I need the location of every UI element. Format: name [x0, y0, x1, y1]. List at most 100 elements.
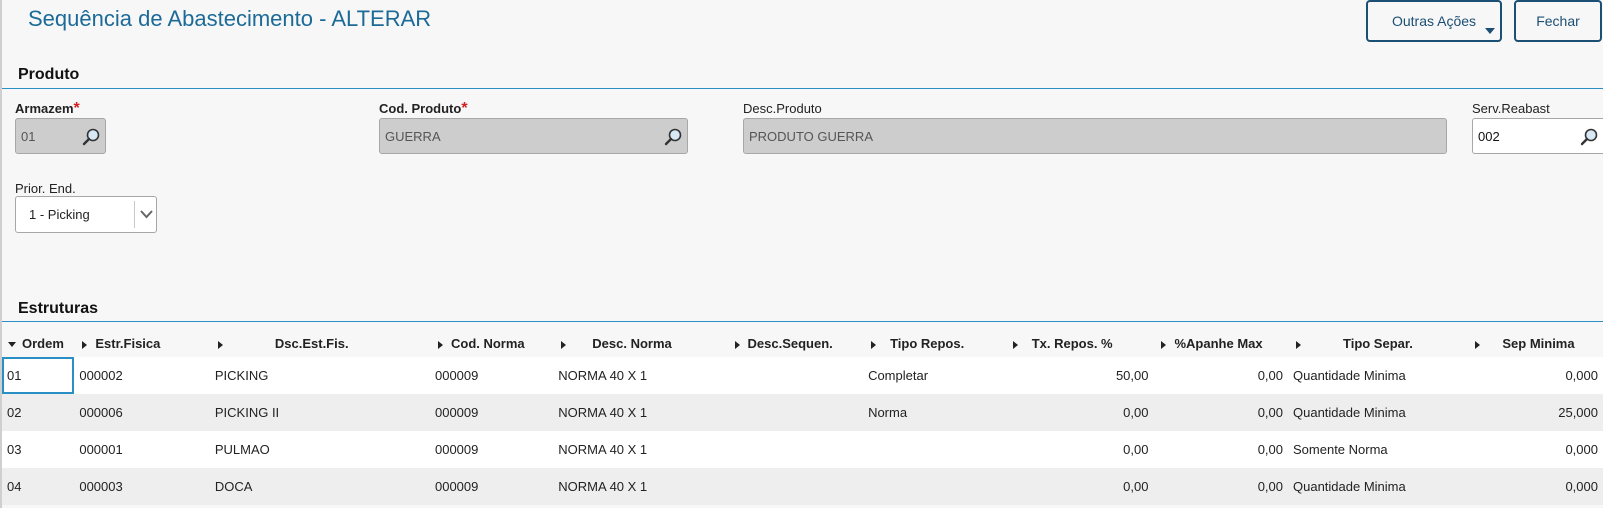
column-header-estr-fisica[interactable]: Estr.Fisica — [74, 330, 210, 357]
column-header-desc-norma[interactable]: Desc. Norma — [553, 330, 727, 357]
search-icon[interactable] — [81, 127, 101, 147]
cell-apanhe-max[interactable]: 0,00 — [1153, 431, 1288, 468]
desc-produto-value: PRODUTO GUERRA — [749, 128, 873, 144]
section-title-produto: Produto — [18, 66, 80, 83]
cell-apanhe-max[interactable]: 0,00 — [1153, 357, 1288, 394]
cell-sep-minima[interactable]: 25,000 — [1467, 394, 1603, 431]
cell-desc-sequen[interactable] — [726, 468, 864, 505]
cod-produto-label: Cod. Produto* — [379, 100, 468, 118]
cell-tipo-separ[interactable]: Quantidade Minima — [1288, 468, 1468, 505]
cell-tipo-repos[interactable]: Norma — [863, 394, 1005, 431]
column-label: Ordem — [22, 336, 64, 351]
caret-right-icon — [1475, 340, 1481, 349]
select-divider — [134, 201, 135, 228]
cell-sep-minima[interactable]: 0,000 — [1467, 431, 1603, 468]
cell-ordem[interactable]: 01 — [2, 357, 75, 394]
cell-dsc-est-fis[interactable]: PICKING II — [209, 394, 430, 431]
column-header-tx-repos[interactable]: Tx. Repos. % — [1004, 330, 1154, 357]
cell-dsc-est-fis[interactable]: PICKING — [209, 357, 430, 394]
close-button[interactable]: Fechar — [1514, 0, 1602, 42]
table-header-row: Ordem Estr.Fisica Dsc.Est.Fis. Cod. Norm… — [2, 330, 1603, 357]
table-row[interactable]: 02 000006 PICKING II 000009 NORMA 40 X 1… — [2, 394, 1603, 431]
table-row[interactable]: 04 000003 DOCA 000009 NORMA 40 X 1 0,00 … — [2, 468, 1603, 505]
cod-produto-field[interactable]: GUERRA — [379, 118, 688, 154]
cell-dsc-est-fis[interactable]: DOCA — [209, 468, 430, 505]
cell-apanhe-max[interactable]: 0,00 — [1153, 394, 1288, 431]
column-header-desc-sequen[interactable]: Desc.Sequen. — [726, 330, 864, 357]
cell-ordem[interactable]: 02 — [2, 394, 75, 431]
column-header-dsc-est-fis[interactable]: Dsc.Est.Fis. — [209, 330, 430, 357]
column-header-tipo-separ[interactable]: Tipo Separ. — [1288, 330, 1468, 357]
cell-sep-minima[interactable]: 0,000 — [1467, 357, 1603, 394]
cell-tipo-separ[interactable]: Quantidade Minima — [1288, 357, 1468, 394]
cell-sep-minima[interactable]: 0,000 — [1467, 468, 1603, 505]
section-divider — [2, 321, 1603, 322]
cell-tx-repos[interactable]: 0,00 — [1004, 431, 1154, 468]
chevron-down-icon — [140, 210, 153, 219]
column-header-cod-norma[interactable]: Cod. Norma — [429, 330, 554, 357]
cell-desc-norma[interactable]: NORMA 40 X 1 — [553, 431, 727, 468]
search-icon[interactable] — [663, 127, 683, 147]
cell-tx-repos[interactable]: 50,00 — [1004, 357, 1154, 394]
column-label: Dsc.Est.Fis. — [274, 336, 349, 351]
cell-estr-fisica[interactable]: 000002 — [74, 357, 210, 394]
column-label: Tipo Repos. — [890, 336, 965, 351]
cell-cod-norma[interactable]: 000009 — [429, 357, 554, 394]
cell-cod-norma[interactable]: 000009 — [429, 468, 554, 505]
required-marker: * — [73, 100, 80, 117]
armazem-field[interactable]: 01 — [15, 118, 106, 154]
caret-right-icon — [437, 340, 443, 349]
column-header-sep-minima[interactable]: Sep Minima — [1467, 330, 1603, 357]
cell-cod-norma[interactable]: 000009 — [429, 394, 554, 431]
column-label: Sep Minima — [1502, 336, 1575, 351]
column-header-ordem[interactable]: Ordem — [2, 330, 75, 357]
cell-desc-sequen[interactable] — [726, 431, 864, 468]
cod-produto-value: GUERRA — [385, 128, 441, 144]
cell-tipo-repos[interactable] — [863, 468, 1005, 505]
caret-right-icon — [1296, 340, 1301, 349]
cell-desc-sequen[interactable] — [726, 357, 864, 394]
table-row[interactable]: 03 000001 PULMAO 000009 NORMA 40 X 1 0,0… — [2, 431, 1603, 468]
armazem-value: 01 — [21, 128, 36, 144]
cell-tipo-separ[interactable]: Quantidade Minima — [1288, 394, 1468, 431]
table-row[interactable]: 01 000002 PICKING 000009 NORMA 40 X 1 Co… — [2, 357, 1603, 394]
cell-estr-fisica[interactable]: 000006 — [74, 394, 210, 431]
cell-tipo-separ[interactable]: Somente Norma — [1288, 431, 1468, 468]
column-label: %Apanhe Max — [1174, 336, 1263, 351]
cell-cod-norma[interactable]: 000009 — [429, 431, 554, 468]
desc-produto-field[interactable]: PRODUTO GUERRA — [743, 118, 1447, 154]
cell-tx-repos[interactable]: 0,00 — [1004, 468, 1154, 505]
caret-right-icon — [1012, 340, 1018, 349]
cell-estr-fisica[interactable]: 000001 — [74, 431, 210, 468]
caret-down-icon — [1485, 28, 1495, 34]
cell-apanhe-max[interactable]: 0,00 — [1153, 468, 1288, 505]
cell-dsc-est-fis[interactable]: PULMAO — [209, 431, 430, 468]
prior-end-value: 1 - Picking — [29, 207, 90, 222]
page-title: Sequência de Abastecimento - ALTERAR — [28, 6, 432, 31]
column-header-tipo-repos[interactable]: Tipo Repos. — [863, 330, 1005, 357]
column-label: Desc.Sequen. — [747, 336, 833, 351]
estruturas-table: Ordem Estr.Fisica Dsc.Est.Fis. Cod. Norm… — [2, 330, 1603, 505]
cell-tx-repos[interactable]: 0,00 — [1004, 394, 1154, 431]
caret-right-icon — [871, 340, 877, 349]
cell-tipo-repos[interactable] — [863, 431, 1005, 468]
serv-reabast-field[interactable]: 002 — [1472, 118, 1603, 154]
column-label: Tipo Separ. — [1343, 336, 1413, 351]
column-label: Cod. Norma — [450, 336, 525, 351]
column-header-apanhe-max[interactable]: %Apanhe Max — [1153, 330, 1288, 357]
cell-ordem[interactable]: 03 — [2, 431, 75, 468]
other-actions-button[interactable]: Outras Ações — [1366, 0, 1502, 42]
close-label: Fechar — [1536, 13, 1580, 29]
prior-end-label: Prior. End. — [15, 181, 76, 196]
cell-desc-norma[interactable]: NORMA 40 X 1 — [553, 468, 727, 505]
cell-desc-sequen[interactable] — [726, 394, 864, 431]
sort-desc-icon — [8, 342, 16, 348]
cell-desc-norma[interactable]: NORMA 40 X 1 — [553, 357, 727, 394]
cell-tipo-repos[interactable]: Completar — [863, 357, 1005, 394]
cell-desc-norma[interactable]: NORMA 40 X 1 — [553, 394, 727, 431]
search-icon[interactable] — [1579, 127, 1599, 147]
prior-end-select[interactable]: 1 - Picking — [15, 196, 157, 233]
cell-ordem[interactable]: 04 — [2, 468, 75, 505]
caret-right-icon — [561, 340, 567, 349]
cell-estr-fisica[interactable]: 000003 — [74, 468, 210, 505]
